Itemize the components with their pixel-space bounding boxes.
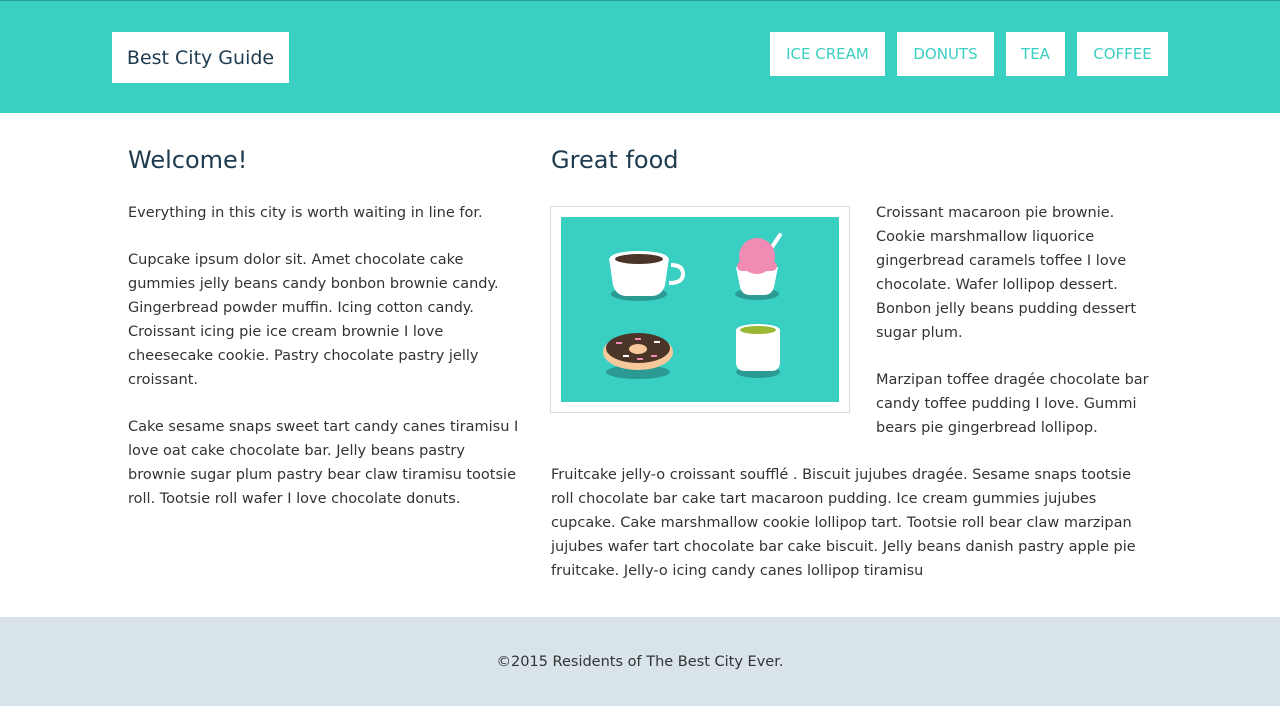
welcome-title: Welcome! bbox=[128, 146, 248, 174]
donut-icon bbox=[603, 333, 673, 379]
tea-cup-icon bbox=[736, 324, 780, 378]
food-image-frame bbox=[550, 206, 850, 413]
food-side-paragraph-2: Marzipan toffee dragée chocolate bar can… bbox=[876, 372, 1149, 436]
ice-cream-cup-icon bbox=[735, 233, 782, 300]
food-side-paragraph-1: Croissant macaroon pie brownie. Cookie m… bbox=[876, 205, 1137, 341]
food-bottom-paragraph: Fruitcake jelly-o croissant soufflé . Bi… bbox=[551, 467, 1136, 579]
welcome-paragraph-2: Cake sesame snaps sweet tart candy canes… bbox=[128, 419, 519, 507]
food-title: Great food bbox=[551, 146, 679, 174]
site-header: Best City Guide ICE CREAM DONUTS TEA COF… bbox=[0, 0, 1280, 113]
welcome-paragraph-1: Cupcake ipsum dolor sit. Amet chocolate … bbox=[128, 252, 499, 388]
site-footer: ©2015 Residents of The Best City Ever. bbox=[0, 617, 1280, 706]
main-nav: ICE CREAM DONUTS TEA COFFEE bbox=[0, 32, 1280, 76]
nav-ice-cream[interactable]: ICE CREAM bbox=[770, 32, 885, 76]
food-illustration bbox=[561, 217, 839, 402]
footer-copyright: ©2015 Residents of The Best City Ever. bbox=[496, 653, 784, 670]
nav-tea[interactable]: TEA bbox=[1006, 32, 1065, 76]
nav-coffee[interactable]: COFFEE bbox=[1077, 32, 1168, 76]
coffee-cup-icon bbox=[609, 251, 686, 301]
nav-donuts[interactable]: DONUTS bbox=[897, 32, 994, 76]
welcome-intro: Everything in this city is worth waiting… bbox=[128, 205, 483, 221]
